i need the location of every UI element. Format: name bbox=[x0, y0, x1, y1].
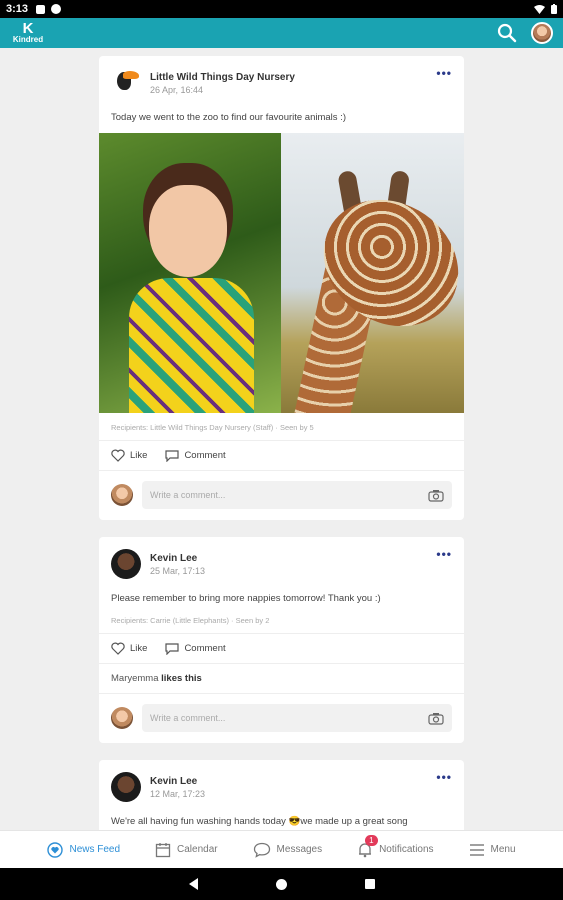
post-date: 25 Mar, 17:13 bbox=[150, 565, 206, 576]
sync-icon bbox=[51, 4, 62, 14]
more-options-icon[interactable]: ••• bbox=[436, 547, 452, 561]
notification-icon bbox=[36, 4, 46, 14]
nav-notifications[interactable]: 1 Notifications bbox=[357, 834, 434, 858]
calendar-icon bbox=[155, 842, 171, 857]
logo-name: Kindred bbox=[12, 35, 44, 44]
status-time: 3:13 bbox=[6, 3, 29, 15]
user-avatar bbox=[111, 707, 133, 729]
likes-user[interactable]: Maryemma bbox=[111, 673, 159, 684]
post-header: Kevin Lee 12 Mar, 17:23 ••• bbox=[99, 760, 464, 810]
nav-label: Notifications bbox=[379, 844, 434, 855]
author-avatar bbox=[111, 549, 141, 579]
post-photos bbox=[99, 133, 464, 413]
profile-avatar[interactable] bbox=[531, 22, 553, 44]
likes-suffix: likes this bbox=[161, 673, 202, 684]
back-icon[interactable] bbox=[188, 878, 198, 890]
nav-label: News Feed bbox=[69, 844, 121, 855]
post-text: Please remember to bring more nappies to… bbox=[111, 593, 381, 604]
post-date: 12 Mar, 17:23 bbox=[150, 788, 206, 799]
comment-composer: Write a comment... bbox=[99, 471, 464, 520]
comment-label: Comment bbox=[184, 643, 226, 654]
notification-badge: 1 bbox=[365, 834, 378, 846]
child-dress bbox=[129, 278, 254, 413]
giraffe-photo[interactable] bbox=[281, 133, 464, 413]
camera-icon[interactable] bbox=[428, 489, 444, 502]
comment-button[interactable]: Comment bbox=[165, 449, 226, 462]
post-date: 26 Apr, 16:44 bbox=[150, 84, 204, 95]
like-button[interactable]: Like bbox=[111, 642, 147, 655]
post-card: Little Wild Things Day Nursery 26 Apr, 1… bbox=[99, 56, 464, 520]
nav-menu[interactable]: Menu bbox=[469, 843, 516, 857]
battery-icon bbox=[551, 4, 557, 14]
comment-placeholder: Write a comment... bbox=[150, 713, 226, 723]
post-actions: Like Comment bbox=[99, 441, 464, 471]
post-header: Little Wild Things Day Nursery 26 Apr, 1… bbox=[99, 56, 464, 106]
toucan-icon bbox=[111, 68, 141, 98]
author-name[interactable]: Little Wild Things Day Nursery bbox=[150, 72, 295, 83]
comment-placeholder: Write a comment... bbox=[150, 490, 226, 500]
comment-input[interactable]: Write a comment... bbox=[142, 481, 452, 509]
chat-icon bbox=[253, 842, 270, 858]
post-author: Little Wild Things Day Nursery 26 Apr, 1… bbox=[150, 72, 295, 95]
nav-messages[interactable]: Messages bbox=[253, 842, 323, 858]
author-name[interactable]: Kevin Lee bbox=[150, 553, 205, 564]
heart-circle-icon bbox=[47, 841, 64, 858]
post-author: Kevin Lee 12 Mar, 17:23 bbox=[150, 776, 205, 799]
home-icon[interactable] bbox=[275, 878, 287, 890]
post-card: Kevin Lee 12 Mar, 17:23 ••• We're all ha… bbox=[99, 760, 464, 837]
system-navigation bbox=[0, 868, 563, 900]
nav-label: Menu bbox=[490, 844, 516, 855]
bottom-navigation: News Feed Calendar Messages 1 Notificati… bbox=[0, 830, 563, 868]
recipients-text: Recipients: Carrie (Little Elephants) · … bbox=[99, 614, 464, 634]
nav-label: Calendar bbox=[177, 844, 218, 855]
status-bar: 3:13 bbox=[0, 0, 563, 18]
recents-icon[interactable] bbox=[364, 879, 375, 889]
comment-button[interactable]: Comment bbox=[165, 642, 226, 655]
like-button[interactable]: Like bbox=[111, 449, 147, 462]
post-author: Kevin Lee 25 Mar, 17:13 bbox=[150, 553, 205, 576]
nav-news-feed[interactable]: News Feed bbox=[47, 841, 121, 858]
post-text: Today we went to the zoo to find our fav… bbox=[111, 112, 346, 123]
child-head bbox=[149, 185, 227, 277]
recipients-text: Recipients: Little Wild Things Day Nurse… bbox=[99, 413, 464, 441]
news-feed: Little Wild Things Day Nursery 26 Apr, 1… bbox=[99, 56, 464, 854]
wifi-icon bbox=[534, 4, 545, 14]
child-photo[interactable] bbox=[99, 133, 281, 413]
comment-label: Comment bbox=[184, 450, 226, 461]
likes-summary: Maryemma likes this bbox=[99, 664, 464, 694]
like-label: Like bbox=[130, 643, 148, 654]
logo-letter: K bbox=[22, 20, 34, 37]
author-name[interactable]: Kevin Lee bbox=[150, 776, 205, 787]
app-bar: K Kindred bbox=[0, 18, 563, 48]
search-icon[interactable] bbox=[497, 23, 517, 43]
camera-icon[interactable] bbox=[428, 712, 444, 725]
comment-composer: Write a comment... bbox=[99, 694, 464, 743]
post-actions: Like Comment bbox=[99, 634, 464, 664]
comment-input[interactable]: Write a comment... bbox=[142, 704, 452, 732]
status-right bbox=[534, 4, 557, 14]
comment-icon bbox=[165, 642, 180, 655]
nav-label: Messages bbox=[276, 844, 323, 855]
author-avatar bbox=[111, 772, 141, 802]
kindred-logo[interactable]: K Kindred bbox=[10, 20, 46, 44]
post-card: Kevin Lee 25 Mar, 17:13 ••• Please remem… bbox=[99, 537, 464, 743]
nav-calendar[interactable]: Calendar bbox=[155, 842, 218, 858]
comment-icon bbox=[165, 449, 180, 462]
post-header: Kevin Lee 25 Mar, 17:13 ••• bbox=[99, 537, 464, 587]
menu-icon bbox=[469, 843, 484, 856]
user-avatar bbox=[111, 484, 133, 506]
more-options-icon[interactable]: ••• bbox=[436, 770, 452, 784]
like-label: Like bbox=[130, 450, 148, 461]
heart-icon bbox=[111, 449, 125, 462]
more-options-icon[interactable]: ••• bbox=[436, 66, 452, 80]
heart-icon bbox=[111, 642, 125, 655]
